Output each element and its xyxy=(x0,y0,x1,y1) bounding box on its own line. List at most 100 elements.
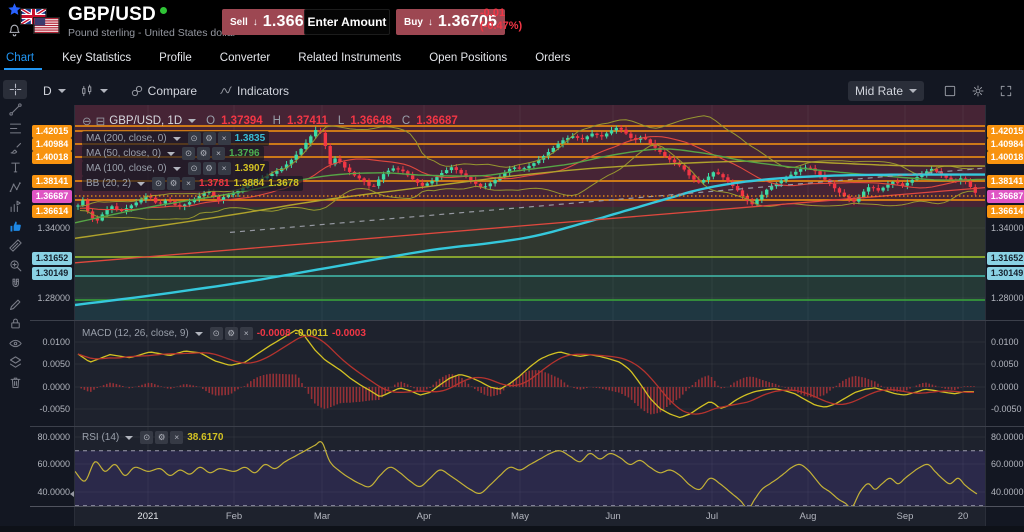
visibility-icon[interactable]: ⊙ xyxy=(187,132,201,145)
chevron-down-icon[interactable] xyxy=(125,435,134,440)
price-badge: 1.31652 xyxy=(987,252,1024,265)
price-badge: 1.36614 xyxy=(987,205,1024,218)
ruler-icon[interactable] xyxy=(3,236,27,255)
fullscreen-icon[interactable] xyxy=(994,80,1018,102)
change-value: -0.01 xyxy=(480,7,506,19)
tab-key-statistics[interactable]: Key Statistics xyxy=(48,45,145,70)
crosshair-icon[interactable] xyxy=(3,80,27,99)
chevron-down-icon[interactable] xyxy=(172,166,181,171)
magnet-icon[interactable] xyxy=(3,275,27,294)
time-label: Jul xyxy=(705,511,719,522)
settings-gear-icon[interactable] xyxy=(966,80,990,102)
tab-converter[interactable]: Converter xyxy=(206,45,285,70)
time-label: Jun xyxy=(605,511,621,522)
close-icon[interactable]: × xyxy=(217,162,231,175)
settings-gear-icon[interactable]: ⚙ xyxy=(155,431,169,444)
chevron-down-icon[interactable] xyxy=(172,136,181,141)
brush-icon[interactable] xyxy=(3,139,27,158)
axis-tick-label: 0.0000 xyxy=(42,382,70,392)
thumbs-up-icon[interactable] xyxy=(3,217,27,236)
settings-gear-icon[interactable]: ⚙ xyxy=(167,177,181,190)
chevron-down-icon[interactable] xyxy=(188,119,197,123)
visibility-icon[interactable]: ⊙ xyxy=(209,327,223,340)
chevron-down-icon[interactable] xyxy=(167,151,176,156)
drawing-toolbar xyxy=(0,78,30,532)
price-change: -0.01 (-0.47%) xyxy=(480,7,522,33)
remove-all-icon[interactable] xyxy=(3,373,27,392)
close-value: 1.36687 xyxy=(416,115,458,127)
sell-label: Sell xyxy=(230,16,248,28)
settings-gear-icon[interactable]: ⚙ xyxy=(224,327,238,340)
macd-hist-value: -0.0008 xyxy=(256,328,291,339)
indicators-button[interactable]: Indicators xyxy=(212,81,296,101)
xabcd-pattern-icon[interactable] xyxy=(3,178,27,197)
minimize-icon[interactable]: ⊟ xyxy=(96,114,106,128)
price-badge: 1.38141 xyxy=(32,175,72,188)
object-tree-icon[interactable] xyxy=(3,353,27,372)
visibility-icon[interactable]: ⊙ xyxy=(152,177,166,190)
fibonacci-icon[interactable] xyxy=(3,119,27,138)
interval-selector[interactable]: D xyxy=(36,81,73,101)
settings-gear-icon[interactable]: ⚙ xyxy=(202,162,216,175)
visibility-icon[interactable]: ⊙ xyxy=(140,431,154,444)
tab-orders[interactable]: Orders xyxy=(521,45,584,70)
close-icon[interactable]: × xyxy=(182,177,196,190)
market-open-dot xyxy=(159,7,167,14)
time-label: Aug xyxy=(799,511,817,522)
forecast-icon[interactable] xyxy=(3,197,27,216)
time-axis[interactable]: 2021 Feb Mar Apr May Jun Jul Aug Sep 20 xyxy=(30,507,1024,526)
chart-type-selector[interactable] xyxy=(73,81,115,101)
bb-lower-value: 1.3678 xyxy=(268,178,299,189)
zoom-in-icon[interactable] xyxy=(3,256,27,275)
hide-all-icon[interactable] xyxy=(3,334,27,353)
macd-signal-value: -0.0003 xyxy=(332,328,366,339)
lock-all-icon[interactable] xyxy=(3,314,27,333)
axis-tick-label: 0.0050 xyxy=(42,359,70,369)
bb-basis-value: 1.3781 xyxy=(199,178,230,189)
time-label: 20 xyxy=(957,511,969,522)
ma200-value: 1.3835 xyxy=(234,133,266,144)
bb-legend: BB (20, 2) ⊙ ⚙ × 1.3781 1.3884 1.3678 xyxy=(82,176,303,191)
settings-gear-icon[interactable]: ⚙ xyxy=(197,147,211,160)
drawing-mode-icon[interactable] xyxy=(3,295,27,314)
compare-icon xyxy=(130,84,144,98)
midrate-selector[interactable]: Mid Rate xyxy=(847,80,924,101)
tab-open-positions[interactable]: Open Positions xyxy=(415,45,521,70)
tab-chart[interactable]: Chart xyxy=(0,45,48,70)
tab-related-instruments[interactable]: Related Instruments xyxy=(284,45,415,70)
enter-amount-button[interactable]: Enter Amount xyxy=(304,9,390,35)
enter-amount-label: Enter Amount xyxy=(307,15,387,29)
visibility-icon[interactable]: ⊙ xyxy=(182,147,196,160)
high-value: 1.37411 xyxy=(286,115,328,127)
instrument-tabs: Chart Key Statistics Profile Converter Relat… xyxy=(0,45,1024,70)
pane-separator[interactable] xyxy=(30,426,1024,427)
ma100-legend: MA (100, close, 0) ⊙ ⚙ × 1.3907 xyxy=(82,161,270,176)
text-icon[interactable] xyxy=(3,158,27,177)
pair-flags xyxy=(20,8,64,38)
price-badge: 1.36614 xyxy=(32,205,72,218)
price-scale-right[interactable]: 1.42015 1.40984 1.40018 1.38141 1.36687 1.366… xyxy=(985,105,1024,526)
axis-tick-label: 1.34000 xyxy=(37,223,70,233)
close-icon[interactable]: × xyxy=(170,431,184,444)
price-scale-left[interactable]: 1.42015 1.40984 1.40018 1.38141 1.36687 1.366… xyxy=(30,105,75,526)
trendline-icon[interactable] xyxy=(3,100,27,119)
pane-separator[interactable] xyxy=(30,320,1024,321)
price-badge: 1.36687 xyxy=(987,190,1024,203)
close-icon[interactable]: × xyxy=(239,327,253,340)
settings-gear-icon[interactable]: ⚙ xyxy=(202,132,216,145)
chevron-down-icon[interactable] xyxy=(194,331,203,336)
ma100-label: MA (100, close, 0) xyxy=(86,163,167,174)
collapse-circle-icon[interactable]: ⊖ xyxy=(82,114,92,128)
close-icon[interactable]: × xyxy=(217,132,231,145)
price-badge: 1.40018 xyxy=(987,151,1024,164)
tab-profile[interactable]: Profile xyxy=(145,45,206,70)
snapshot-icon[interactable] xyxy=(938,80,962,102)
ma50-value: 1.3796 xyxy=(229,148,260,159)
visibility-icon[interactable]: ⊙ xyxy=(187,162,201,175)
chevron-down-icon[interactable] xyxy=(137,181,146,186)
close-icon[interactable]: × xyxy=(212,147,226,160)
price-badge: 1.42015 xyxy=(32,125,72,138)
chevron-down-icon xyxy=(99,88,108,93)
compare-button[interactable]: Compare xyxy=(123,81,204,101)
midrate-label: Mid Rate xyxy=(854,83,903,98)
